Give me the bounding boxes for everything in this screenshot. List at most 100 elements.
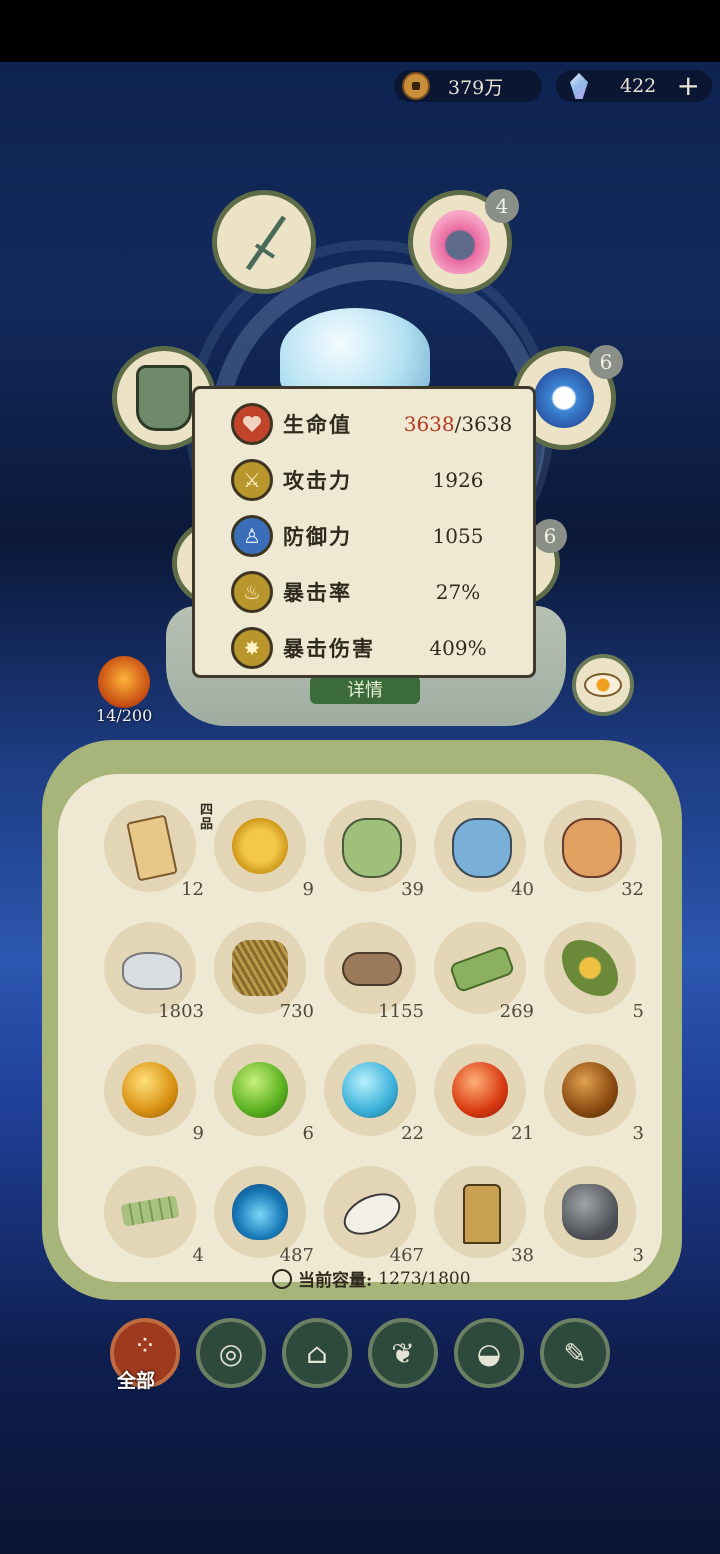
coin-amount: 379万	[448, 76, 504, 99]
green-pouch-icon	[342, 818, 402, 878]
stat-value: 1926	[432, 468, 484, 492]
token-icon	[463, 1184, 501, 1244]
scroll-tab-icon: ✎	[563, 1336, 587, 1370]
tab-log-tab[interactable]: ◎	[196, 1318, 266, 1388]
grid-icon: ⁘	[133, 1328, 157, 1362]
leaf-icon: ❦	[391, 1336, 415, 1370]
inventory-slot[interactable]: 22	[324, 1044, 424, 1144]
white-stone-icon	[337, 1185, 407, 1243]
coin-counter: 379万	[394, 70, 542, 102]
stat-value: 27%	[435, 580, 481, 604]
heart-icon	[231, 403, 273, 445]
add-gems-button[interactable]: +	[677, 72, 700, 100]
stats-panel: 生命值 3638/3638 ⚔ 攻击力 1926 ♙ 防御力 1055 ♨ 暴击…	[192, 386, 536, 678]
flame-icon: ♨	[231, 571, 273, 613]
inventory-slot[interactable]: 269	[434, 922, 534, 1022]
item-count: 9	[192, 1123, 204, 1144]
stone-icon	[122, 952, 182, 990]
stat-row-defense: ♙ 防御力 1055	[231, 513, 513, 559]
stat-row-crit-rate: ♨ 暴击率 27%	[231, 569, 513, 615]
blue-pouch-icon	[452, 818, 512, 878]
coin-icon	[402, 72, 430, 100]
grape-fruit-icon	[232, 818, 288, 874]
bamboo-slips-icon	[120, 1195, 180, 1227]
burst-icon: ✸	[231, 627, 273, 669]
item-count: 6	[302, 1123, 314, 1144]
spirit-slot-badge: 6	[589, 345, 623, 379]
ghost-spirit-icon	[534, 368, 594, 428]
herb-flower-icon	[562, 940, 618, 996]
straw-bundle-icon	[232, 940, 288, 996]
stat-label: 防御力	[283, 524, 352, 549]
item-count: 487	[279, 1245, 314, 1266]
item-count: 12	[181, 879, 204, 900]
item-count: 40	[511, 879, 534, 900]
pet-slot-badge: 4	[485, 189, 519, 223]
inventory-slot[interactable]: 40	[434, 800, 534, 900]
brown-orb-icon	[562, 1062, 618, 1118]
inventory-slot[interactable]: 3	[544, 1044, 644, 1144]
item-grade-tag: 四品	[200, 803, 214, 832]
item-count: 4	[192, 1245, 204, 1266]
person-shield-icon: ♙	[231, 515, 273, 557]
character-hair	[280, 308, 430, 398]
monkey-avatar[interactable]	[98, 656, 150, 708]
inventory-slot[interactable]: 4	[104, 1166, 204, 1266]
inventory-slot[interactable]: 467	[324, 1166, 424, 1266]
hp-max: /3638	[454, 412, 513, 436]
item-count: 5	[632, 1001, 644, 1022]
inventory-slot[interactable]: 1803	[104, 922, 204, 1022]
bowl-icon: ◒	[476, 1336, 502, 1370]
log-icon	[342, 952, 402, 986]
item-count: 32	[621, 879, 644, 900]
item-count: 3	[632, 1123, 644, 1144]
inventory-slot[interactable]: 3	[544, 1166, 644, 1266]
item-count: 269	[499, 1001, 534, 1022]
inventory-slot[interactable]: 487	[214, 1166, 314, 1266]
scroll-icon	[126, 814, 178, 882]
sword-slash-icon: ⚔	[231, 459, 273, 501]
item-count: 39	[401, 879, 424, 900]
hp-current: 3638	[403, 412, 455, 436]
log-tab-icon: ◎	[218, 1336, 244, 1370]
inventory-slot[interactable]: 39	[324, 800, 424, 900]
inventory-slot[interactable]: 6	[214, 1044, 314, 1144]
gem-icon	[570, 73, 588, 99]
stat-label: 生命值	[283, 412, 352, 437]
inventory-slot[interactable]: 38	[434, 1166, 534, 1266]
tab-scroll-tab[interactable]: ✎	[540, 1318, 610, 1388]
spirit-flame-icon	[232, 1184, 288, 1240]
capacity-label: 当前容量:	[298, 1271, 373, 1291]
stat-label: 暴击率	[283, 580, 352, 605]
stat-value: 3638/3638	[403, 412, 513, 436]
blue-orb-icon	[342, 1062, 398, 1118]
details-button[interactable]: 详情	[310, 676, 420, 704]
item-count: 730	[279, 1001, 314, 1022]
inventory-slot[interactable]: 21	[434, 1044, 534, 1144]
weapon-slot[interactable]	[212, 190, 316, 294]
item-count: 3	[632, 1245, 644, 1266]
bamboo-icon	[448, 944, 516, 994]
stat-row-hp: 生命值 3638/3638	[231, 401, 513, 447]
stat-row-attack: ⚔ 攻击力 1926	[231, 457, 513, 503]
right-slot-badge: 6	[533, 519, 567, 553]
gem-counter: 422 +	[556, 70, 712, 102]
item-count: 38	[511, 1245, 534, 1266]
tab-bowl[interactable]: ◒	[454, 1318, 524, 1388]
tab-leaf[interactable]: ❦	[368, 1318, 438, 1388]
inventory-slot[interactable]: 9 四品	[200, 800, 314, 900]
stat-label: 暴击伤害	[283, 636, 375, 661]
inventory-slot[interactable]: 12	[104, 800, 204, 900]
inventory-slot[interactable]: 1155	[324, 922, 424, 1022]
fried-egg-button[interactable]	[572, 654, 634, 716]
red-orb-icon	[452, 1062, 508, 1118]
tab-house[interactable]: ⌂	[282, 1318, 352, 1388]
inventory-slot[interactable]: 9	[104, 1044, 204, 1144]
orange-pouch-icon	[562, 818, 622, 878]
inventory-slot[interactable]: 5	[544, 922, 644, 1022]
pet-slot[interactable]: 4	[408, 189, 519, 294]
item-count: 22	[401, 1123, 424, 1144]
capacity-display: 当前容量: 1273/1800	[272, 1266, 471, 1291]
inventory-slot[interactable]: 730	[214, 922, 314, 1022]
inventory-slot[interactable]: 32	[544, 800, 644, 900]
